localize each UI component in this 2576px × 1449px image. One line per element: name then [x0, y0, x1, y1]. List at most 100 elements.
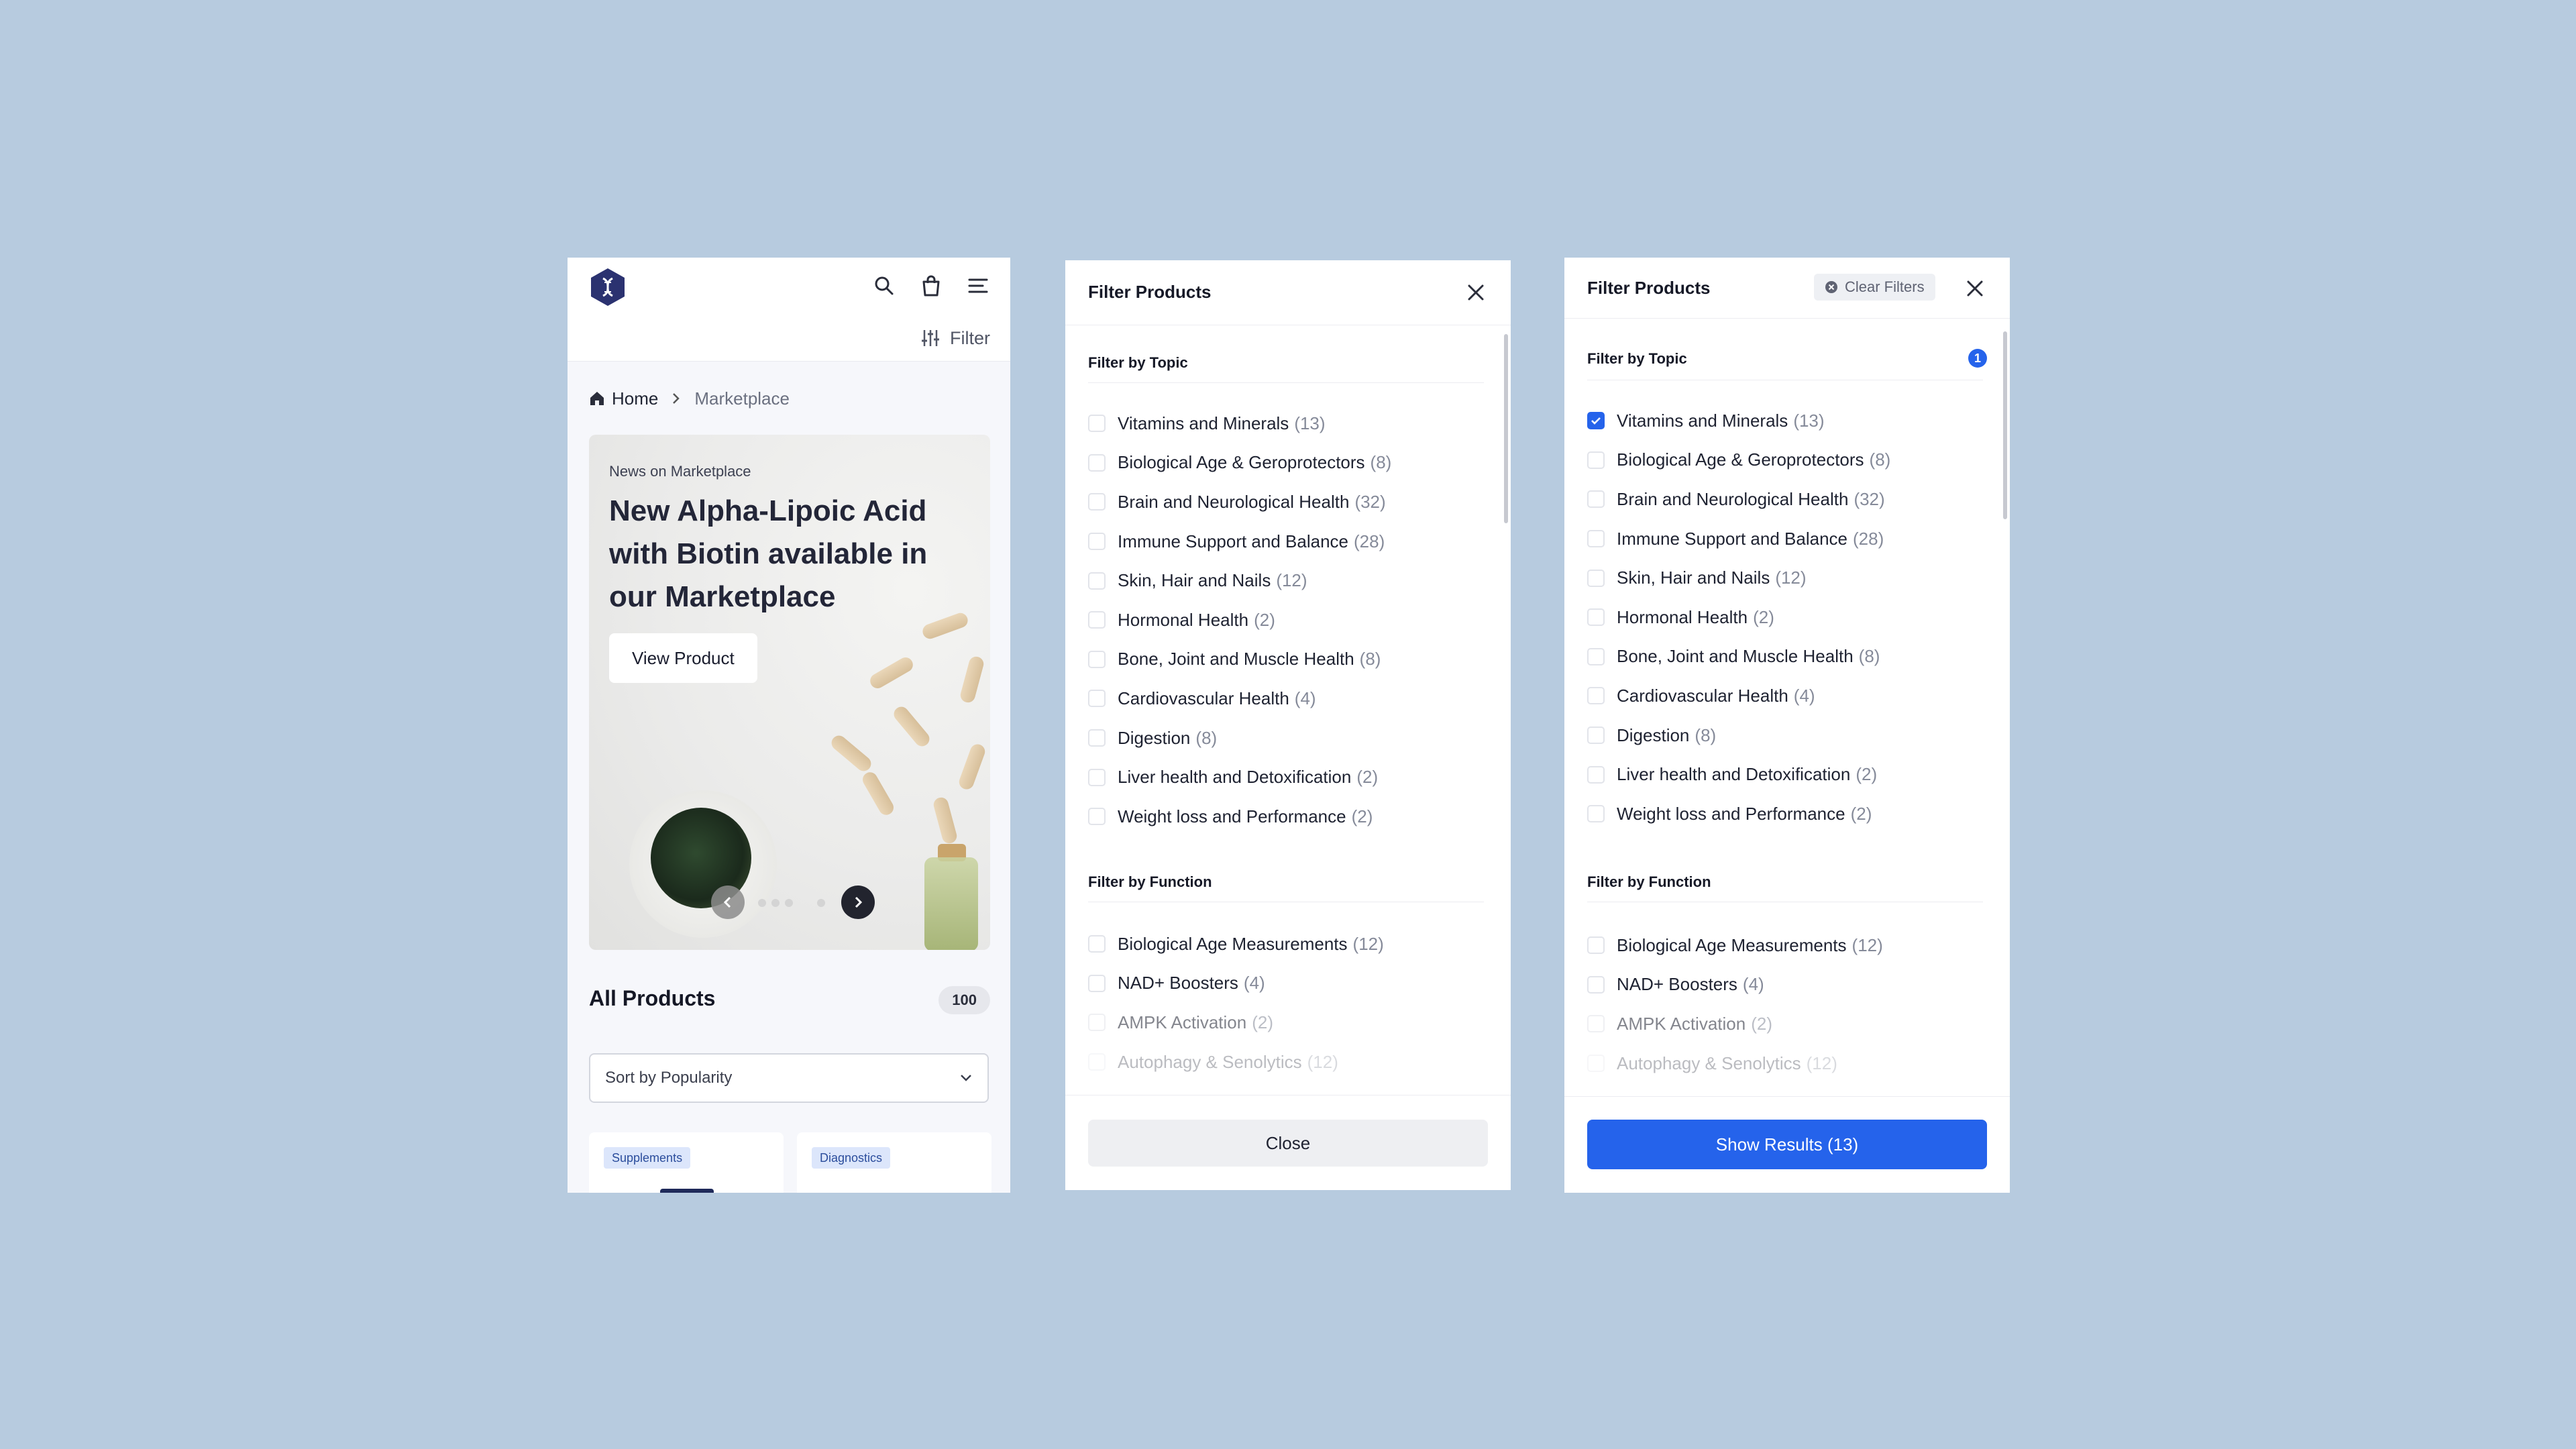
carousel-prev-button[interactable] [711, 885, 745, 919]
close-icon[interactable] [1464, 280, 1488, 305]
clear-filters-label: Clear Filters [1845, 278, 1925, 295]
checkbox[interactable] [1587, 936, 1605, 955]
checkbox[interactable] [1587, 451, 1605, 469]
topic-option[interactable]: Bone, Joint and Muscle Health (8) [1088, 640, 1484, 680]
carousel-next-button[interactable] [841, 885, 875, 919]
scrollbar[interactable] [1504, 334, 1508, 523]
topic-option[interactable]: Digestion (8) [1587, 716, 1983, 755]
sort-select[interactable]: Sort by Popularity [589, 1053, 989, 1103]
function-option[interactable]: NAD+ Boosters (4) [1587, 965, 1983, 1005]
menu-icon[interactable] [965, 272, 991, 299]
function-option[interactable]: Autophagy & Senolytics (12) [1088, 1042, 1484, 1082]
function-option[interactable]: AMPK Activation (2) [1587, 1004, 1983, 1044]
checkbox[interactable] [1088, 650, 1106, 668]
topic-option[interactable]: Immune Support and Balance (28) [1088, 522, 1484, 561]
filter-header: Filter Products [1065, 260, 1511, 325]
topic-option[interactable]: Biological Age & Geroprotectors (8) [1088, 443, 1484, 483]
checkbox[interactable] [1088, 935, 1106, 953]
option-label: Digestion [1617, 724, 1690, 745]
topic-option[interactable]: Vitamins and Minerals (13) [1587, 401, 1983, 441]
checkbox[interactable] [1587, 687, 1605, 705]
carousel-dot[interactable] [758, 899, 766, 907]
checkbox[interactable] [1587, 647, 1605, 665]
checkbox[interactable] [1587, 569, 1605, 587]
option-count: (2) [1856, 764, 1878, 785]
topic-option[interactable]: Vitamins and Minerals (13) [1088, 404, 1484, 443]
checkbox[interactable] [1088, 611, 1106, 629]
search-icon[interactable] [871, 272, 898, 299]
topic-list: Vitamins and Minerals (13) Biological Age… [1587, 401, 1983, 834]
carousel-dot[interactable] [771, 899, 780, 907]
topic-option[interactable]: Bone, Joint and Muscle Health (8) [1587, 637, 1983, 677]
function-option[interactable]: Autophagy & Senolytics (12) [1587, 1044, 1983, 1083]
option-count: (28) [1853, 528, 1884, 549]
show-results-button[interactable]: Show Results (13) [1587, 1120, 1987, 1169]
topic-option[interactable]: Weight loss and Performance (2) [1088, 797, 1484, 837]
option-label: Digestion [1118, 727, 1191, 748]
checkbox[interactable] [1088, 974, 1106, 992]
topic-option[interactable]: Cardiovascular Health (4) [1587, 676, 1983, 716]
checkbox[interactable] [1587, 975, 1605, 994]
checkbox[interactable] [1088, 493, 1106, 511]
checkbox[interactable] [1587, 727, 1605, 745]
checkbox[interactable] [1587, 805, 1605, 823]
clear-icon [1825, 281, 1837, 293]
checkbox[interactable] [1088, 729, 1106, 747]
carousel-dot[interactable] [785, 899, 793, 907]
option-label: Vitamins and Minerals [1617, 410, 1788, 431]
topic-option[interactable]: Brain and Neurological Health (32) [1088, 482, 1484, 522]
checkbox[interactable] [1088, 1053, 1106, 1071]
product-card[interactable]: Diagnostics [797, 1132, 991, 1193]
scrollbar[interactable] [2003, 331, 2007, 519]
product-card[interactable]: Supplements [589, 1132, 784, 1193]
checkbox[interactable] [1587, 490, 1605, 508]
close-icon[interactable] [1963, 276, 1987, 301]
option-label: Biological Age Measurements [1118, 933, 1348, 954]
all-products-title: All Products [589, 986, 716, 1010]
topic-option[interactable]: Cardiovascular Health (4) [1088, 679, 1484, 718]
bag-icon[interactable] [918, 272, 945, 299]
topic-option[interactable]: Skin, Hair and Nails (12) [1088, 561, 1484, 600]
topic-option[interactable]: Liver health and Detoxification (2) [1088, 757, 1484, 797]
topic-section-title: Filter by Topic [1587, 350, 1687, 367]
checkbox[interactable] [1088, 1014, 1106, 1032]
logo-icon[interactable] [589, 267, 627, 307]
topic-option[interactable]: Immune Support and Balance (28) [1587, 519, 1983, 559]
checkbox[interactable] [1088, 453, 1106, 472]
option-label: Bone, Joint and Muscle Health [1617, 646, 1854, 667]
checkbox[interactable] [1587, 1015, 1605, 1033]
checkbox[interactable] [1088, 808, 1106, 826]
clear-filters-button[interactable]: Clear Filters [1814, 274, 1935, 301]
function-option[interactable]: Biological Age Measurements (12) [1587, 926, 1983, 965]
topic-option[interactable]: Hormonal Health (2) [1587, 598, 1983, 637]
checkbox[interactable] [1587, 765, 1605, 784]
function-option[interactable]: NAD+ Boosters (4) [1088, 964, 1484, 1004]
checkbox[interactable] [1088, 533, 1106, 551]
topic-option[interactable]: Skin, Hair and Nails (12) [1587, 558, 1983, 598]
topic-option[interactable]: Hormonal Health (2) [1088, 600, 1484, 640]
view-product-button[interactable]: View Product [609, 633, 757, 683]
checkbox[interactable] [1587, 530, 1605, 548]
checkbox[interactable] [1587, 608, 1605, 627]
checkbox[interactable] [1088, 690, 1106, 708]
chevron-left-icon [723, 896, 731, 908]
topic-option[interactable]: Digestion (8) [1088, 718, 1484, 758]
filter-button[interactable]: Filter [920, 325, 990, 352]
breadcrumb-home[interactable]: Home [612, 388, 658, 409]
topic-option[interactable]: Biological Age & Geroprotectors (8) [1587, 441, 1983, 480]
checkbox[interactable] [1088, 768, 1106, 786]
carousel-dot[interactable] [817, 899, 825, 907]
checkbox[interactable] [1587, 1055, 1605, 1073]
function-option[interactable]: Biological Age Measurements (12) [1088, 924, 1484, 964]
function-option[interactable]: AMPK Activation (2) [1088, 1003, 1484, 1042]
option-label: Skin, Hair and Nails [1617, 568, 1770, 588]
topic-option[interactable]: Liver health and Detoxification (2) [1587, 755, 1983, 794]
topic-option[interactable]: Brain and Neurological Health (32) [1587, 480, 1983, 519]
option-count: (12) [1276, 570, 1307, 591]
topic-option[interactable]: Weight loss and Performance (2) [1587, 794, 1983, 834]
close-button[interactable]: Close [1088, 1120, 1488, 1167]
option-count: (2) [1753, 606, 1774, 627]
checkbox[interactable] [1088, 415, 1106, 433]
checkbox[interactable] [1088, 572, 1106, 590]
checkbox-checked[interactable] [1587, 412, 1605, 430]
